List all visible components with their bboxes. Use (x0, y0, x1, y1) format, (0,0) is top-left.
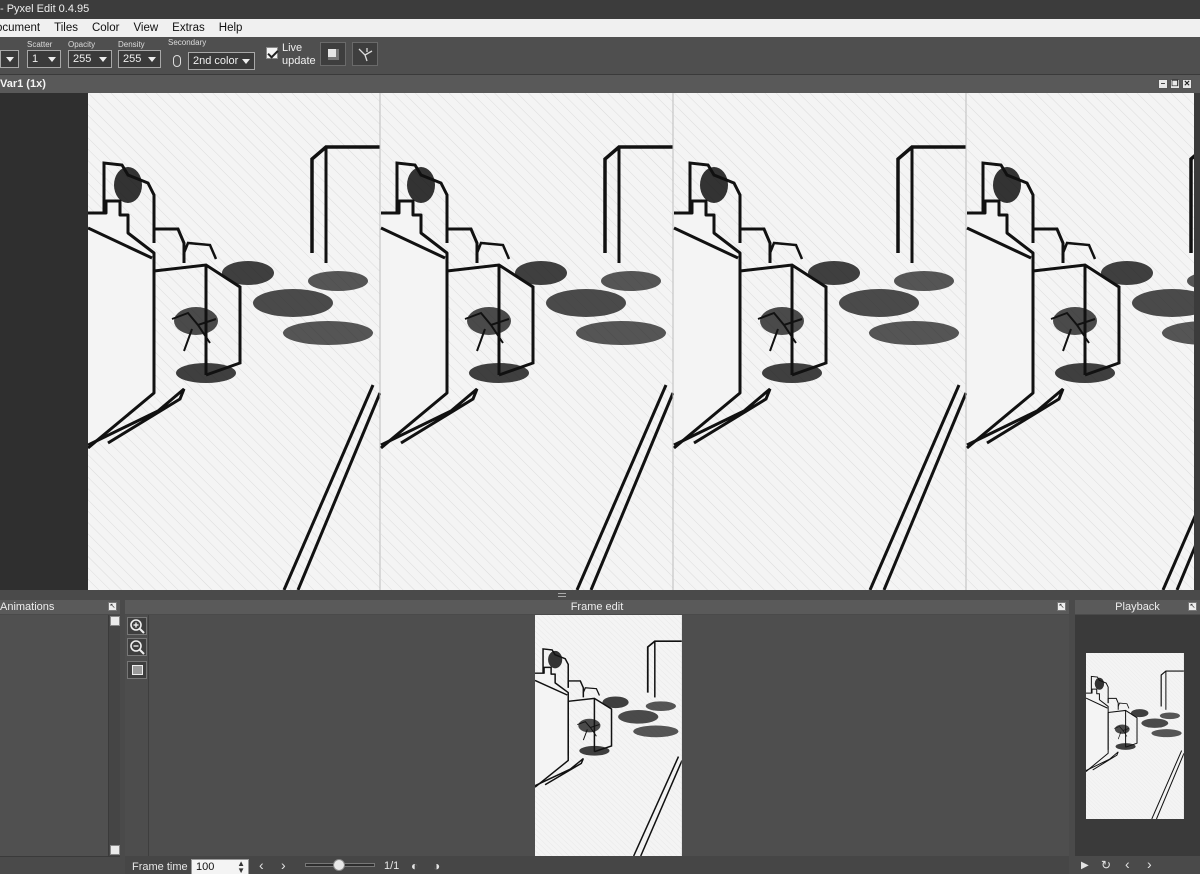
frame-artwork (535, 615, 682, 856)
tool-options-bar: Scatter 1 Opacity 255 Density 255 Second… (0, 37, 1200, 75)
playback-area (1075, 615, 1200, 856)
zoom-in-button[interactable] (127, 617, 147, 635)
zoom-in-icon (130, 619, 145, 634)
document-window-controls: – ❐ ✕ (1158, 79, 1192, 89)
scatter-dropdown[interactable]: 1 (27, 50, 61, 68)
window-title: - Pyxel Edit 0.4.95 (0, 3, 90, 15)
fit-frame-button[interactable] (127, 661, 147, 679)
playback-preview (1086, 653, 1184, 819)
frame-preview[interactable] (535, 615, 682, 856)
menu-extras[interactable]: Extras (165, 19, 212, 37)
spinner-icon[interactable]: ▲ ▼ (237, 860, 245, 874)
canvas-left-margin (0, 93, 88, 590)
size-dropdown[interactable] (0, 50, 19, 68)
chevron-down-icon (48, 57, 56, 62)
document-tab[interactable]: Var1 (1x) – ❐ ✕ (0, 75, 1200, 93)
layer-icon (328, 49, 339, 60)
pixel-perfect-button[interactable] (352, 42, 378, 66)
panel-splitter[interactable] (0, 590, 1200, 600)
chevron-down-icon (148, 57, 156, 62)
scatter-label: Scatter (27, 40, 53, 49)
tile-artwork (88, 93, 1194, 590)
zoom-out-button[interactable] (127, 638, 147, 656)
line-tool-icon (358, 48, 373, 62)
secondary-dropdown[interactable]: 2nd color (188, 52, 255, 70)
frame-edit-footer: Frame time 100 ▲ ▼ ‹ › 1/1 ◐ ◑ (125, 856, 1069, 874)
window-title-bar: - Pyxel Edit 0.4.95 (0, 0, 1200, 19)
loop-icon[interactable]: ↻ (1101, 858, 1111, 872)
menu-tiles[interactable]: Tiles (47, 19, 85, 37)
scroll-down-icon[interactable] (110, 845, 120, 855)
frame-edit-panel-header: Frame edit ↖ (125, 600, 1069, 614)
secondary-label: Secondary (168, 38, 207, 47)
fill-mode-button[interactable] (320, 42, 346, 66)
live-update-checkbox[interactable] (266, 47, 278, 59)
menu-help[interactable]: Help (212, 19, 250, 37)
animations-list[interactable] (0, 615, 108, 856)
density-dropdown[interactable]: 255 (118, 50, 161, 68)
animations-footer (0, 856, 120, 874)
menu-color[interactable]: Color (85, 19, 126, 37)
pin-icon[interactable]: ↖ (1057, 602, 1066, 611)
animations-scrollbar[interactable] (108, 615, 120, 856)
density-group: Density 255 (118, 39, 161, 68)
menu-document[interactable]: ocument (0, 19, 47, 37)
previous-frame-icon[interactable]: ‹ (259, 858, 264, 872)
frame-time-label: Frame time (132, 861, 188, 873)
menu-bar: ocument Tiles Color View Extras Help (0, 19, 1200, 37)
onion-skin-next-icon[interactable]: ◑ (433, 859, 440, 873)
menu-view[interactable]: View (126, 19, 165, 37)
scatter-group: Scatter 1 (27, 39, 61, 68)
playback-panel-header: Playback ↖ (1075, 600, 1200, 614)
opacity-label: Opacity (68, 40, 96, 49)
pin-icon[interactable]: ↖ (108, 602, 117, 611)
frame-slider-thumb[interactable] (333, 859, 345, 871)
playback-controls: ▶ ↻ ‹ › (1075, 856, 1200, 874)
restore-icon[interactable]: ❐ (1170, 79, 1180, 89)
live-update-label: Live update (282, 42, 316, 67)
frame-icon (132, 665, 143, 675)
density-label: Density (118, 40, 145, 49)
frame-counter: 1/1 (384, 860, 400, 872)
size-group (0, 39, 19, 68)
frame-edit-toolbox (125, 615, 149, 856)
animations-panel-header: Animations ↖ (0, 600, 120, 614)
pin-icon[interactable]: ↖ (1188, 602, 1197, 611)
playback-artwork (1086, 653, 1184, 819)
chevron-down-icon (6, 57, 14, 62)
play-icon[interactable]: ▶ (1081, 859, 1089, 873)
frame-edit-area[interactable] (149, 615, 1069, 856)
frame-time-input[interactable]: 100 ▲ ▼ (191, 859, 249, 874)
minimize-icon[interactable]: – (1158, 79, 1168, 89)
mouse-icon (173, 55, 181, 67)
chevron-down-icon (242, 59, 250, 64)
onion-skin-prev-icon[interactable]: ◐ (411, 859, 418, 873)
document-title: Var1 (1x) (0, 78, 46, 90)
canvas-scrollbar[interactable] (1194, 93, 1200, 590)
zoom-out-icon (130, 640, 145, 655)
secondary-group: Secondary 2nd color (168, 37, 255, 70)
drawing-canvas[interactable] (88, 93, 1194, 590)
opacity-group: Opacity 255 (68, 39, 112, 68)
scroll-up-icon[interactable] (110, 616, 120, 626)
next-frame-icon[interactable]: › (281, 858, 286, 872)
next-icon[interactable]: › (1147, 857, 1152, 871)
chevron-down-icon (99, 57, 107, 62)
opacity-dropdown[interactable]: 255 (68, 50, 112, 68)
previous-icon[interactable]: ‹ (1125, 857, 1130, 871)
close-icon[interactable]: ✕ (1182, 79, 1192, 89)
grip-icon (558, 593, 566, 597)
